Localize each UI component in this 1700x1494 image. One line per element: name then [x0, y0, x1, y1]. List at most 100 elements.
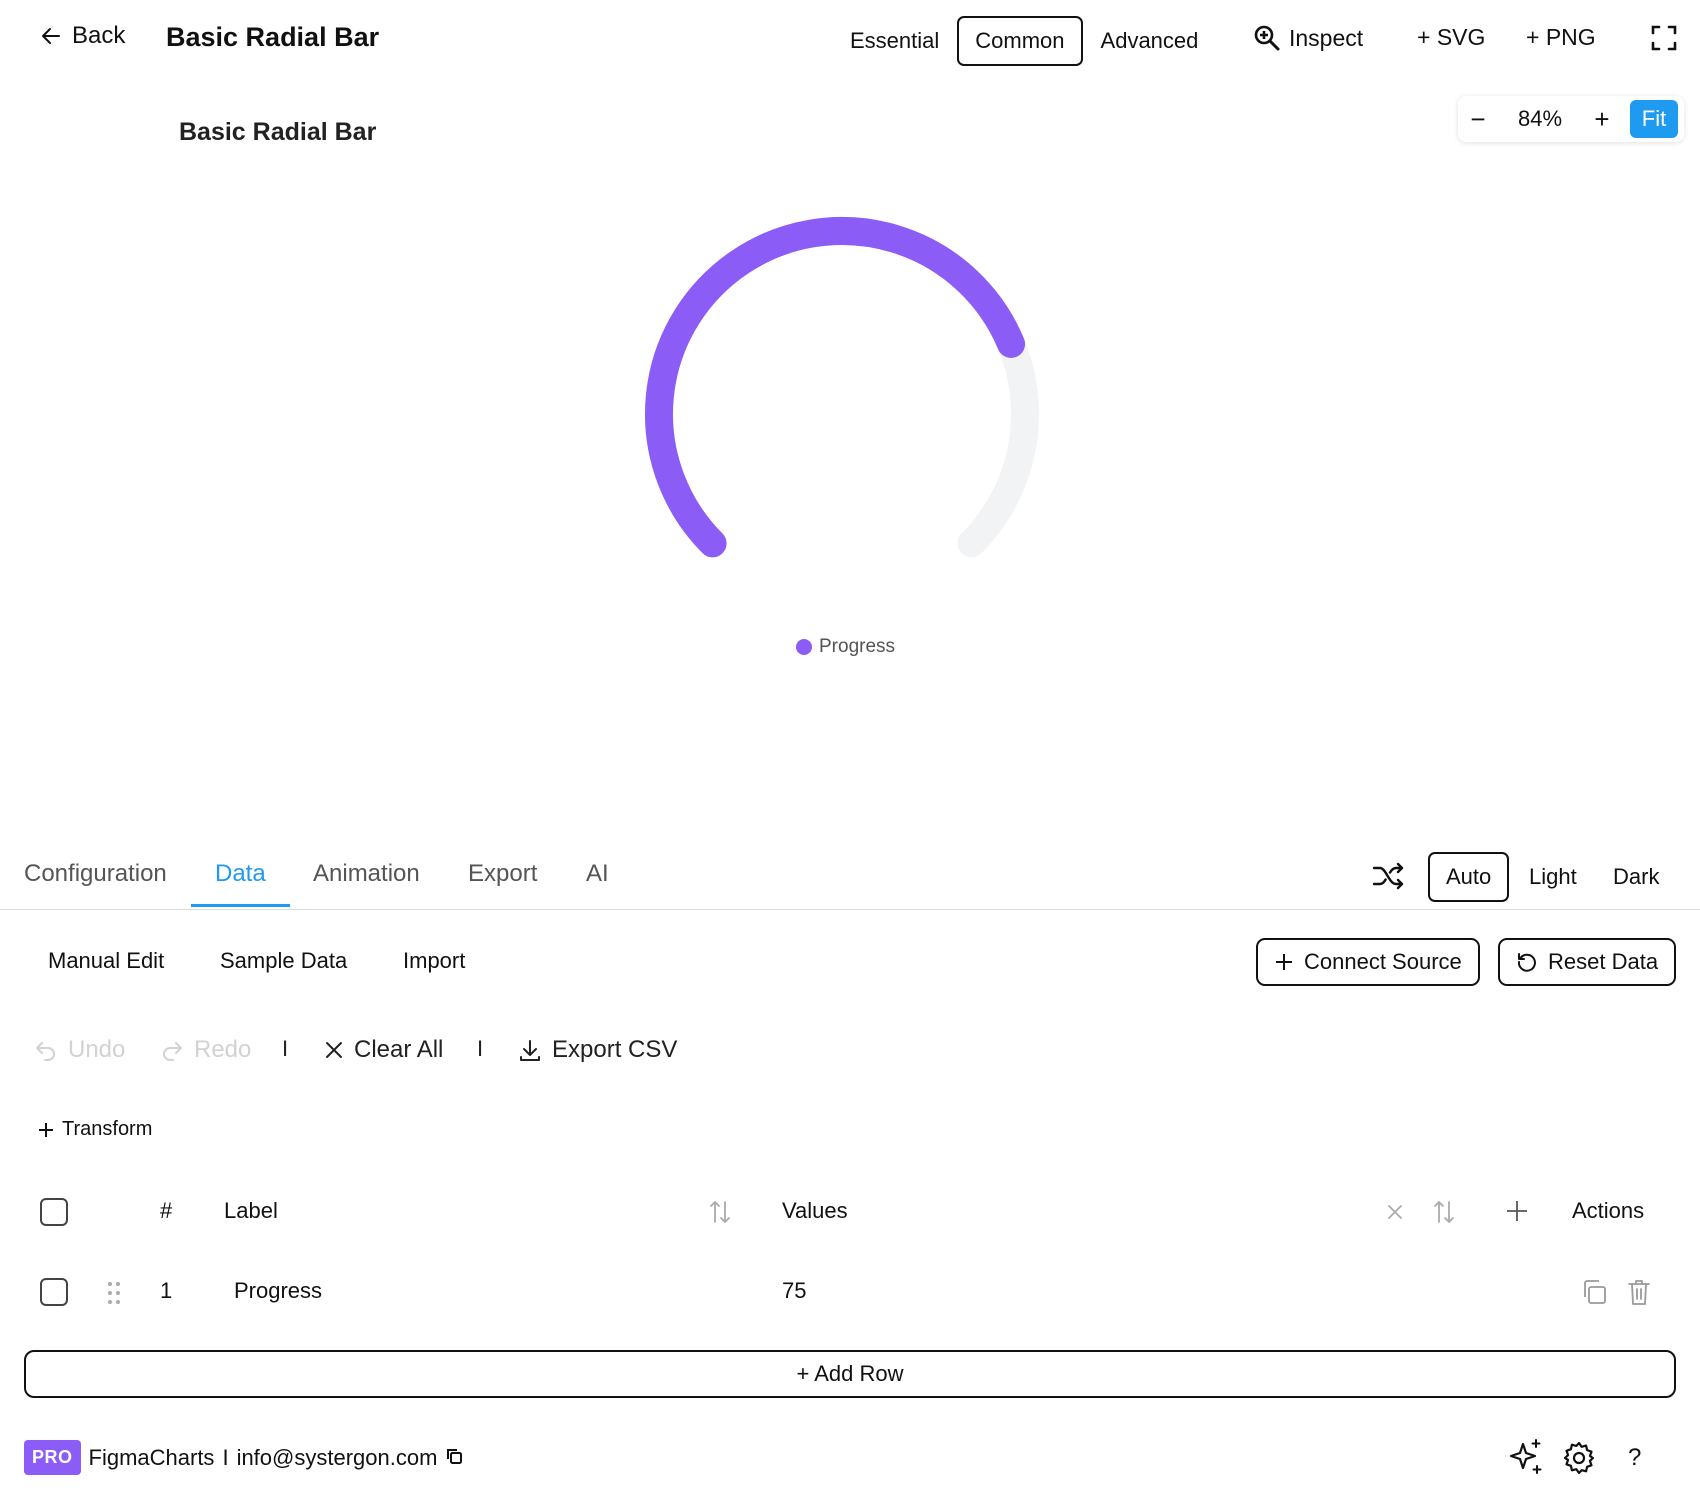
export-csv-label: Export CSV: [552, 1036, 678, 1063]
row-index: 1: [160, 1278, 173, 1303]
plus-icon: [1507, 1201, 1527, 1221]
export-png-button[interactable]: + PNG: [1526, 24, 1596, 51]
shuffle-icon: [1372, 862, 1404, 890]
tab-export[interactable]: Export: [468, 860, 537, 904]
add-row-button[interactable]: + Add Row: [24, 1350, 1676, 1398]
contact-email[interactable]: info@systergon.com: [237, 1445, 438, 1471]
radial-bar-chart: [645, 217, 1039, 558]
sparkle-icon: [1509, 1439, 1542, 1474]
theme-light[interactable]: Light: [1511, 852, 1595, 902]
legend-label: Progress: [819, 636, 896, 657]
export-svg-button[interactable]: + SVG: [1417, 24, 1485, 51]
back-button[interactable]: Back: [40, 22, 125, 50]
connect-source-label: Connect Source: [1304, 949, 1462, 974]
tab-ai[interactable]: AI: [586, 860, 609, 904]
toolbar-separator: I: [282, 1036, 289, 1061]
tab-data[interactable]: Data: [191, 860, 290, 907]
top-bar: Back Basic Radial Bar Essential Common A…: [0, 0, 1700, 80]
fullscreen-icon: [1651, 25, 1677, 51]
plus-icon: [39, 1122, 53, 1137]
drag-handle[interactable]: [106, 1280, 122, 1311]
category-tabs: Essential Common Advanced: [832, 16, 1216, 66]
clear-column-button[interactable]: [1386, 1203, 1404, 1226]
undo-button[interactable]: Undo: [34, 1036, 125, 1064]
sort-label-button[interactable]: [708, 1199, 732, 1230]
plus-icon: [1276, 954, 1292, 970]
tab-essential[interactable]: Essential: [832, 16, 957, 66]
radial-bar-progress: [645, 217, 1026, 558]
pro-badge: PRO: [24, 1440, 81, 1475]
inspect-label: Inspect: [1289, 24, 1364, 51]
sort-icon: [710, 1201, 730, 1223]
reset-icon: [1517, 953, 1536, 972]
zoom-level: 84%: [1517, 106, 1563, 131]
column-header-index: #: [160, 1198, 173, 1223]
gear-icon: [1563, 1441, 1595, 1475]
export-csv-button[interactable]: Export CSV: [518, 1036, 677, 1064]
column-header-label: Label: [224, 1198, 278, 1223]
duplicate-row-button[interactable]: [1580, 1278, 1608, 1311]
chart-legend: Progress: [796, 636, 895, 658]
subtab-sample-data[interactable]: Sample Data: [220, 948, 347, 974]
redo-icon: [163, 1042, 182, 1061]
sort-values-button[interactable]: [1432, 1199, 1456, 1230]
tab-configuration[interactable]: Configuration: [24, 860, 167, 904]
fullscreen-button[interactable]: [1650, 24, 1678, 52]
undo-label: Undo: [68, 1036, 126, 1063]
transform-label: Transform: [62, 1118, 153, 1140]
zoom-in-icon: [1254, 25, 1280, 51]
copy-icon: [1584, 1280, 1606, 1304]
tab-advanced[interactable]: Advanced: [1083, 16, 1217, 66]
tab-common[interactable]: Common: [957, 16, 1083, 66]
tab-animation[interactable]: Animation: [313, 860, 420, 904]
row-checkbox[interactable]: [40, 1278, 68, 1306]
column-header-actions: Actions: [1572, 1198, 1645, 1223]
close-icon: [326, 1042, 342, 1058]
copy-email-button[interactable]: [445, 1445, 463, 1471]
redo-button[interactable]: Redo: [160, 1036, 251, 1064]
footer-separator: I: [222, 1444, 229, 1470]
row-value-cell[interactable]: 75: [782, 1278, 806, 1304]
zoom-in-button[interactable]: +: [1582, 104, 1622, 135]
zoom-control: − 84% + Fit: [1458, 96, 1684, 142]
theme-auto[interactable]: Auto: [1428, 852, 1510, 902]
clear-all-button[interactable]: Clear All: [324, 1036, 443, 1064]
select-all-checkbox[interactable]: [40, 1198, 68, 1226]
add-column-button[interactable]: [1506, 1200, 1528, 1227]
download-icon: [520, 1040, 540, 1061]
theme-dark[interactable]: Dark: [1595, 852, 1677, 902]
zoom-out-button[interactable]: −: [1458, 104, 1498, 135]
chart-title: Basic Radial Bar: [179, 118, 377, 146]
column-header-values: Values: [782, 1198, 848, 1223]
help-button[interactable]: ?: [1628, 1444, 1641, 1472]
shuffle-button[interactable]: [1370, 858, 1406, 899]
delete-row-button[interactable]: [1626, 1277, 1652, 1312]
page-title: Basic Radial Bar: [166, 22, 380, 52]
toolbar-separator: I: [477, 1036, 484, 1061]
drag-handle-icon: [108, 1282, 120, 1304]
copy-icon: [447, 1448, 463, 1464]
reset-data-button[interactable]: Reset Data: [1498, 938, 1677, 986]
footer: PRO FigmaCharts I info@systergon.com: [24, 1440, 463, 1475]
ai-sparkle-button[interactable]: [1506, 1438, 1544, 1481]
legend-marker: [796, 639, 812, 655]
brand-name: FigmaCharts: [88, 1444, 215, 1470]
settings-button[interactable]: [1561, 1440, 1597, 1481]
undo-icon: [36, 1042, 55, 1061]
sort-icon: [1434, 1201, 1454, 1223]
trash-icon: [1628, 1280, 1650, 1305]
connect-source-button[interactable]: Connect Source: [1256, 938, 1480, 986]
panel-tabs: Configuration Data Animation Export AI A…: [0, 846, 1700, 910]
close-icon: [1388, 1205, 1402, 1219]
back-label: Back: [72, 22, 126, 49]
row-label-cell[interactable]: Progress: [234, 1278, 322, 1304]
inspect-button[interactable]: Inspect: [1253, 24, 1363, 52]
reset-data-label: Reset Data: [1548, 949, 1659, 974]
redo-label: Redo: [194, 1036, 252, 1063]
clear-all-label: Clear All: [354, 1036, 444, 1063]
subtab-import[interactable]: Import: [403, 948, 465, 974]
subtab-manual-edit[interactable]: Manual Edit: [48, 948, 164, 974]
add-transform-button[interactable]: Transform: [38, 1118, 152, 1141]
arrow-left-icon: [42, 28, 60, 44]
zoom-fit-button[interactable]: Fit: [1630, 100, 1678, 138]
